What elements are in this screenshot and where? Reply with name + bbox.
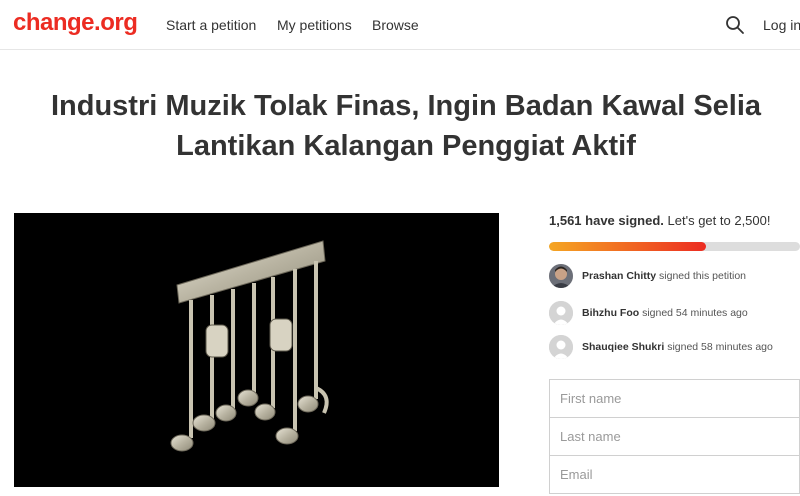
signature-goal: Let's get to 2,500!: [667, 213, 771, 228]
last-name-field[interactable]: [549, 417, 800, 456]
petition-image: [14, 213, 499, 487]
signature-count: 1,561 have signed.: [549, 213, 664, 228]
first-name-field[interactable]: [549, 379, 800, 418]
signer-name[interactable]: Bihzhu Foo: [582, 307, 639, 319]
default-avatar-icon: [549, 335, 573, 359]
signer-name[interactable]: Shauqiee Shukri: [582, 341, 664, 353]
signer-text: Bihzhu Foo signed 54 minutes ago: [582, 307, 748, 319]
signer-action: signed 54 minutes ago: [642, 307, 748, 319]
default-avatar-icon: [549, 301, 573, 325]
email-field[interactable]: [549, 455, 800, 494]
signature-progress-bar: [549, 242, 800, 251]
signer-action: signed 58 minutes ago: [667, 341, 773, 353]
petition-title-line-1: Industri Muzik Tolak Finas, Ingin Badan …: [50, 90, 762, 122]
signer-text: Shauqiee Shukri signed 58 minutes ago: [582, 341, 773, 353]
change-org-logo[interactable]: change.org: [13, 9, 138, 37]
signature-progress-fill: [549, 242, 706, 251]
recent-signer: Shauqiee Shukri signed 58 minutes ago: [549, 335, 800, 361]
login-link[interactable]: Log in: [763, 17, 800, 33]
signature-count-line: 1,561 have signed. Let's get to 2,500!: [549, 213, 800, 228]
top-navigation-bar: change.org Start a petition My petitions…: [0, 0, 800, 50]
user-photo: [549, 264, 573, 288]
music-notes-prison-bars-illustration: [170, 240, 329, 452]
nav-browse[interactable]: Browse: [372, 17, 419, 33]
recent-signer: Prashan Chitty signed this petition: [549, 264, 800, 290]
signer-name[interactable]: Prashan Chitty: [582, 270, 656, 282]
signer-text: Prashan Chitty signed this petition: [582, 270, 746, 282]
nav-my-petitions[interactable]: My petitions: [277, 17, 352, 33]
recent-signer: Bihzhu Foo signed 54 minutes ago: [549, 301, 800, 327]
signature-panel: 1,561 have signed. Let's get to 2,500! P…: [549, 213, 800, 494]
signer-action: signed this petition: [659, 270, 747, 282]
petition-title-line-2: Lantikan Kalangan Penggiat Aktif: [176, 130, 636, 162]
search-icon[interactable]: [724, 14, 746, 36]
petition-title: Industri Muzik Tolak Finas, Ingin Badan …: [0, 86, 800, 166]
sign-petition-form: [549, 379, 800, 494]
nav-start-petition[interactable]: Start a petition: [166, 17, 256, 33]
